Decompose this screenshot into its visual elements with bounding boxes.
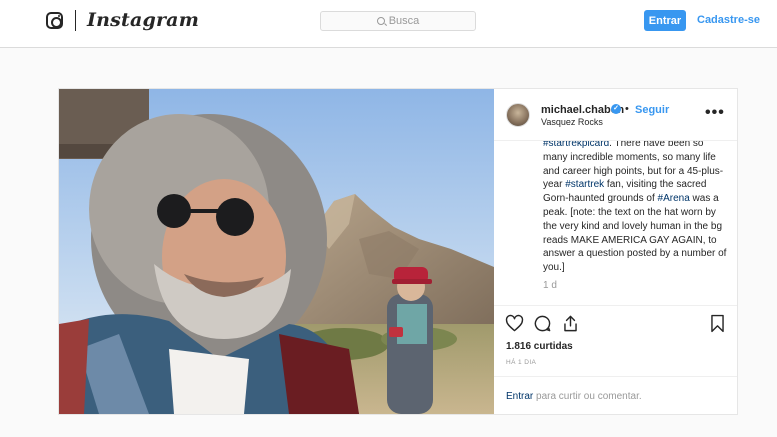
- comment-login-link[interactable]: Entrar: [506, 391, 533, 402]
- bookmark-icon[interactable]: [709, 314, 726, 333]
- heart-icon[interactable]: [505, 314, 524, 333]
- post-header: michael.chabon ✓ • Seguir Vasquez Rocks …: [494, 89, 737, 141]
- comment-icon[interactable]: [533, 314, 552, 333]
- caption-text: was a peak. [note: the text on the hat w…: [543, 193, 727, 274]
- hashtag-link[interactable]: #startrek: [565, 179, 604, 190]
- post-caption: #startrekpicard. There have been so many…: [543, 141, 727, 275]
- verified-badge-icon: ✓: [611, 104, 621, 114]
- comment-prompt: Entrar para curtir ou comentar.: [506, 391, 642, 402]
- caption-scroll-area[interactable]: #startrekpicard. There have been so many…: [494, 141, 737, 306]
- signup-link[interactable]: Cadastre-se: [697, 14, 760, 26]
- caption-age: 1 d: [543, 280, 557, 291]
- post-timestamp: HÁ 1 DIA: [506, 359, 537, 366]
- follow-button[interactable]: Seguir: [635, 104, 669, 116]
- login-button[interactable]: Entrar: [644, 10, 686, 31]
- avatar[interactable]: [506, 103, 530, 127]
- hashtag-link[interactable]: #Arena: [658, 193, 690, 204]
- post-photo-illustration: [59, 89, 494, 414]
- post-card: michael.chabon ✓ • Seguir Vasquez Rocks …: [58, 88, 738, 415]
- more-options-icon[interactable]: •••: [705, 104, 725, 122]
- post-photo[interactable]: [59, 89, 494, 414]
- share-icon[interactable]: [561, 314, 580, 333]
- post-sidebar: michael.chabon ✓ • Seguir Vasquez Rocks …: [494, 89, 737, 414]
- comment-bar: Entrar para curtir ou comentar.: [494, 376, 737, 414]
- instagram-wordmark[interactable]: Instagram: [87, 9, 199, 31]
- search-icon: [376, 17, 385, 25]
- likes-count[interactable]: 1.816 curtidas: [506, 341, 573, 352]
- post-actions: [494, 307, 737, 341]
- separator-dot: •: [625, 103, 629, 115]
- logo-divider: [75, 10, 76, 31]
- hashtag-link[interactable]: #startrekpicard: [543, 141, 609, 149]
- search-placeholder: Busca: [388, 15, 420, 27]
- top-navbar: Instagram Busca Entrar Cadastre-se: [0, 0, 777, 48]
- comment-prompt-text: para curtir ou comentar.: [536, 391, 642, 402]
- post-location[interactable]: Vasquez Rocks: [541, 117, 603, 127]
- search-input[interactable]: Busca: [320, 11, 476, 31]
- instagram-glyph-icon[interactable]: [46, 12, 63, 29]
